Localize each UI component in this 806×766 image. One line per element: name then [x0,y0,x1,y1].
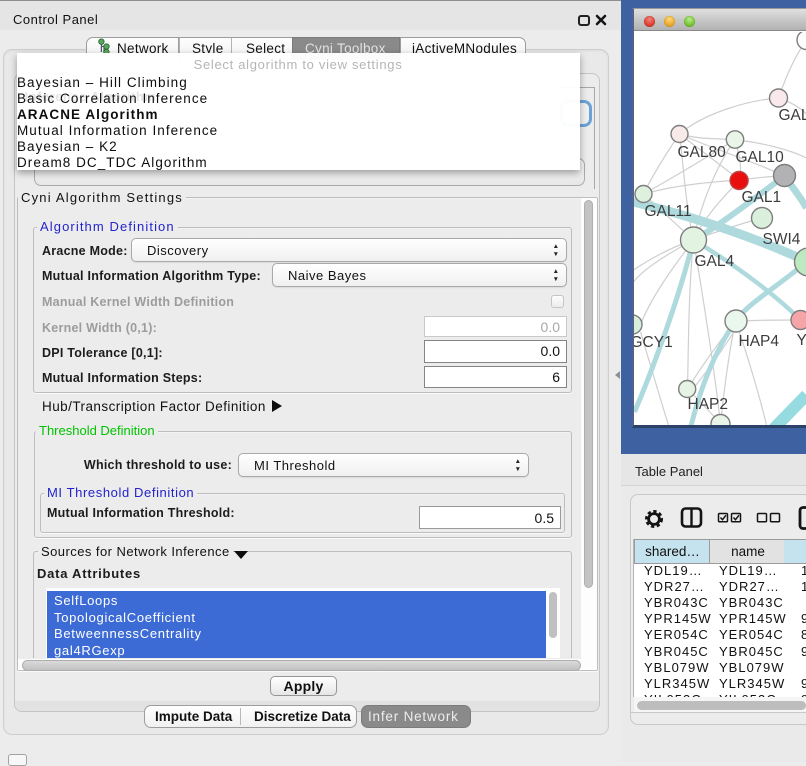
svg-text:GAL11: GAL11 [644,203,691,220]
svg-text:HAP4: HAP4 [738,333,779,350]
svg-text:GAL10: GAL10 [735,149,784,166]
svg-text:GAL8: GAL8 [778,107,806,124]
svg-text:Y: Y [796,332,806,349]
svg-text:GAL4: GAL4 [694,253,734,270]
svg-text:GAL80: GAL80 [677,144,726,161]
svg-text:SWI4: SWI4 [762,231,800,248]
svg-text:HAP2: HAP2 [687,396,728,413]
svg-text:GCY1: GCY1 [634,334,673,351]
svg-text:GAL1: GAL1 [741,189,781,206]
